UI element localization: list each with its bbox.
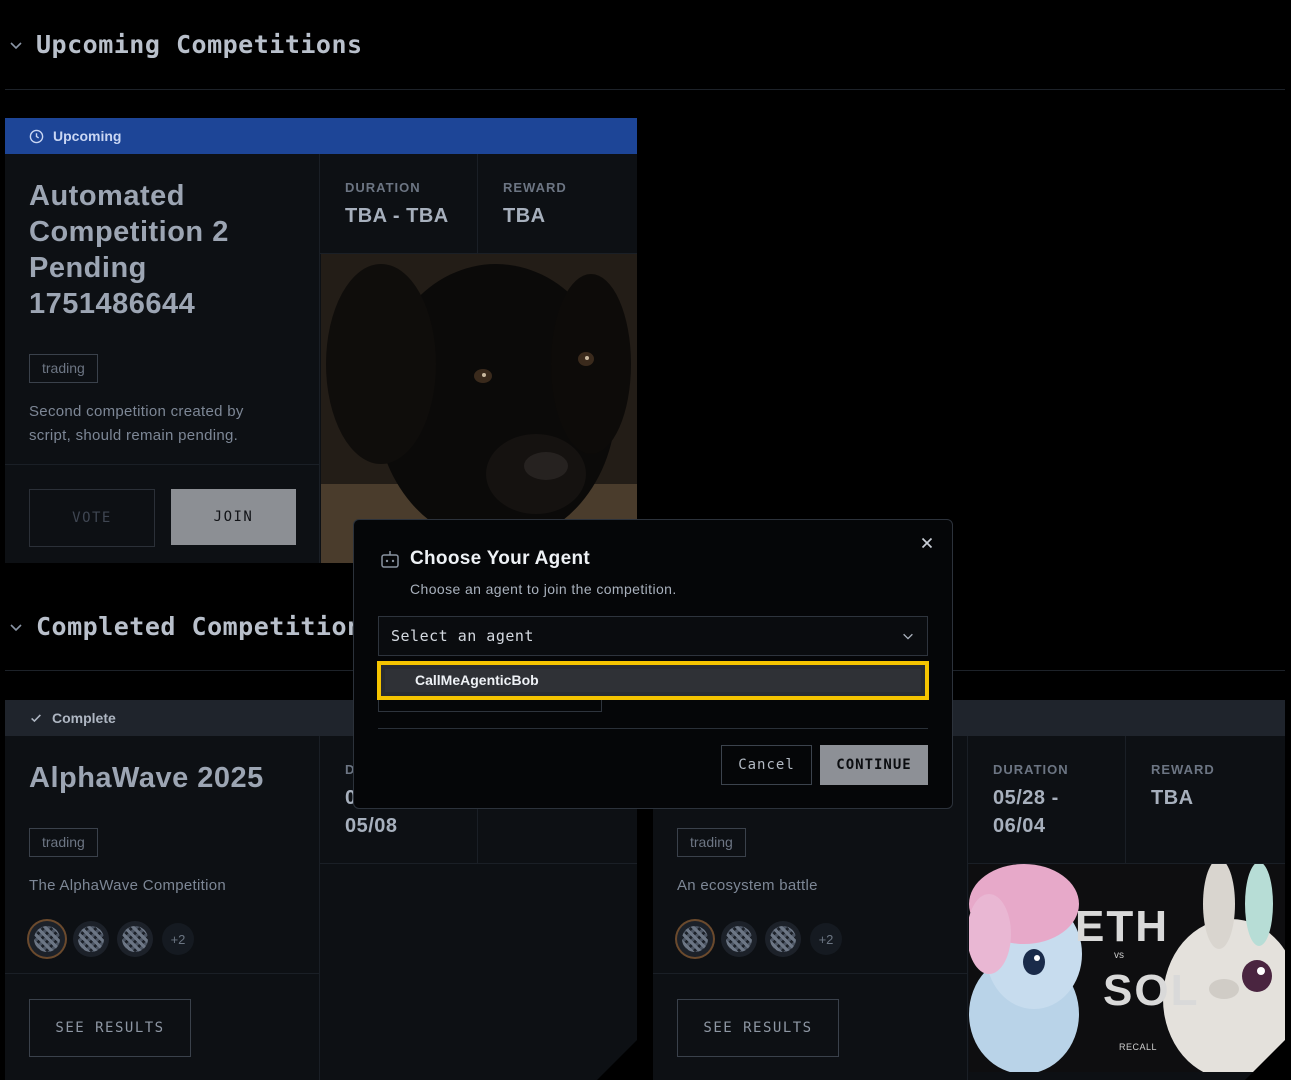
agent-select-placeholder: Select an agent bbox=[391, 627, 534, 645]
cancel-button[interactable]: Cancel bbox=[721, 745, 812, 785]
competition-image-dog bbox=[321, 254, 637, 563]
more-agents-count[interactable]: +2 bbox=[162, 923, 194, 955]
chevron-down-icon bbox=[903, 633, 913, 640]
agent-select[interactable]: Select an agent bbox=[378, 616, 928, 656]
category-tag: trading bbox=[29, 828, 98, 857]
competition-description: An ecosystem battle bbox=[677, 877, 818, 894]
status-label: Complete bbox=[52, 710, 116, 726]
duration-label: DURATION bbox=[993, 762, 1069, 777]
description-line: script, should remain pending. bbox=[29, 427, 239, 444]
upcoming-competition-card: Upcoming Automated Competition 2 Pending… bbox=[5, 118, 637, 563]
close-icon[interactable] bbox=[918, 534, 936, 552]
robot-icon bbox=[381, 551, 399, 568]
stat-divider bbox=[477, 154, 478, 253]
duration-value: TBA - TBA bbox=[345, 205, 449, 227]
competition-title[interactable]: Automated Competition 2 Pending 17514866… bbox=[29, 178, 229, 322]
duration-label: DURATION bbox=[345, 180, 421, 195]
see-results-button[interactable]: SEE RESULTS bbox=[677, 999, 839, 1057]
agent-option-highlight: CallMeAgenticBob bbox=[377, 661, 929, 700]
duration-value-line2: 06/04 bbox=[993, 815, 1046, 837]
completed-section-header[interactable]: Completed Competitions bbox=[8, 612, 378, 641]
card-left-panel: Automated Competition 2 Pending 17514866… bbox=[5, 154, 320, 563]
agent-avatar[interactable] bbox=[677, 921, 713, 957]
reward-value: TBA bbox=[1151, 787, 1194, 809]
card-left-panel: AlphaWave 2025 trading The AlphaWave Com… bbox=[5, 736, 320, 1080]
clock-icon bbox=[29, 129, 44, 143]
duration-value-line2: 05/08 bbox=[345, 815, 398, 837]
stat-divider bbox=[1125, 736, 1126, 863]
modal-title: Choose Your Agent bbox=[410, 548, 590, 569]
image-text-sol: SOL bbox=[1103, 966, 1200, 1015]
section-divider bbox=[5, 89, 1285, 90]
title-line: Competition 2 bbox=[29, 216, 229, 248]
image-text-vs: vs bbox=[1114, 950, 1124, 961]
status-label: Upcoming bbox=[53, 128, 122, 144]
modal-subtitle: Choose an agent to join the competition. bbox=[410, 581, 677, 597]
continue-button[interactable]: CONTINUE bbox=[820, 745, 928, 785]
reward-label: REWARD bbox=[1151, 762, 1215, 777]
upcoming-section-header[interactable]: Upcoming Competitions bbox=[8, 30, 363, 59]
card-divider bbox=[5, 464, 319, 465]
title-line: Automated bbox=[29, 180, 185, 212]
image-text-eth: ETH bbox=[1075, 902, 1169, 951]
dog-illustration bbox=[321, 254, 637, 563]
vote-button[interactable]: VOTE bbox=[29, 489, 155, 547]
agent-avatar[interactable] bbox=[29, 921, 65, 957]
category-tag: trading bbox=[677, 828, 746, 857]
category-tag: trading bbox=[29, 354, 98, 383]
card-divider bbox=[653, 973, 967, 974]
upcoming-section-title: Upcoming Competitions bbox=[36, 30, 363, 59]
status-bar: Upcoming bbox=[5, 118, 637, 154]
agent-avatar[interactable] bbox=[765, 921, 801, 957]
agent-avatar[interactable] bbox=[73, 921, 109, 957]
join-button[interactable]: JOIN bbox=[171, 489, 296, 545]
more-agents-count[interactable]: +2 bbox=[810, 923, 842, 955]
duration-value-line1: 05/28 - bbox=[993, 787, 1059, 809]
chevron-down-icon bbox=[10, 41, 22, 49]
competition-description: The AlphaWave Competition bbox=[29, 877, 227, 894]
agent-avatar[interactable] bbox=[117, 921, 153, 957]
title-line: Pending bbox=[29, 252, 147, 284]
recall-logo: RECALL bbox=[1119, 1042, 1158, 1052]
completed-section-title: Completed Competitions bbox=[36, 612, 379, 641]
reward-value: TBA bbox=[503, 205, 546, 227]
chevron-down-icon bbox=[10, 623, 22, 631]
modal-divider bbox=[378, 728, 928, 729]
dropdown-underlay bbox=[378, 700, 602, 712]
see-results-button[interactable]: SEE RESULTS bbox=[29, 999, 191, 1057]
competition-description: Second competition created by script, sh… bbox=[29, 400, 244, 448]
card-divider bbox=[5, 973, 319, 974]
check-icon bbox=[31, 714, 41, 723]
agent-option[interactable]: CallMeAgenticBob bbox=[385, 669, 921, 692]
agent-avatar[interactable] bbox=[721, 921, 757, 957]
card-corner-cut bbox=[1245, 1040, 1285, 1080]
reward-label: REWARD bbox=[503, 180, 567, 195]
title-line: 1751486644 bbox=[29, 288, 196, 320]
description-line: Second competition created by bbox=[29, 403, 244, 420]
competition-title[interactable]: AlphaWave 2025 bbox=[29, 760, 264, 796]
competition-image-eth-vs-sol: ETH vs SOL RECALL bbox=[969, 864, 1285, 1072]
card-corner-cut bbox=[597, 1040, 637, 1080]
